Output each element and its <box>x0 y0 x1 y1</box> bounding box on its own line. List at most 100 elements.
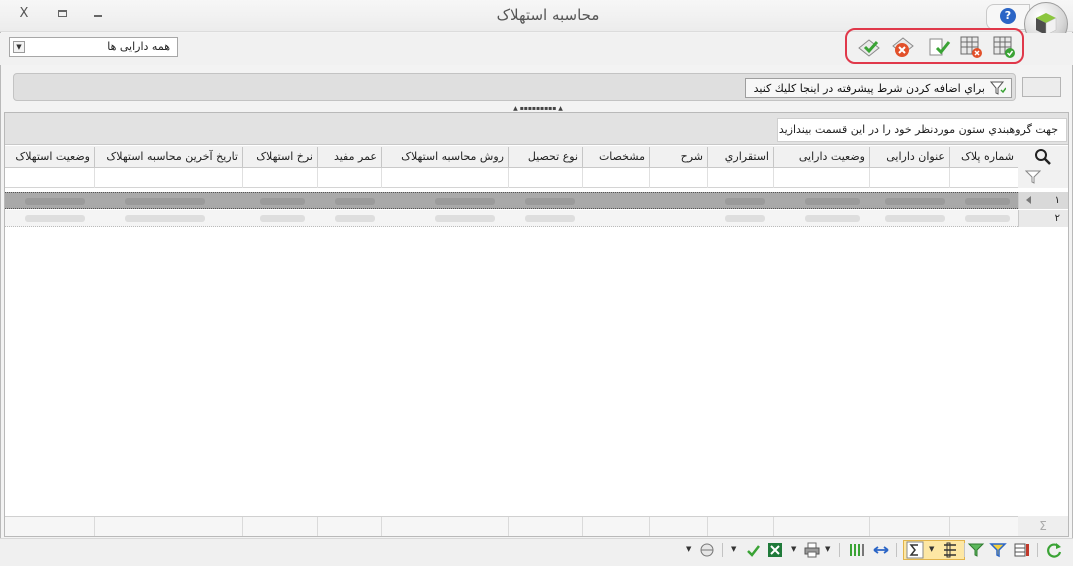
advanced-filter-label: براي اضافه كردن شرط پيشرفته در اينجا كلي… <box>753 82 985 95</box>
toolbar-separator <box>1037 543 1038 557</box>
row-indicator[interactable]: ۲ <box>1018 210 1068 227</box>
column-header-specifications[interactable]: مشخصات <box>582 147 649 167</box>
table-row[interactable] <box>5 192 1018 209</box>
summary-cell[interactable] <box>773 517 869 536</box>
summary-cell[interactable] <box>317 517 381 536</box>
filter-cell[interactable] <box>94 168 242 188</box>
column-header-acquisition-type[interactable]: نوع تحصیل <box>508 147 582 167</box>
blurred-cell <box>525 215 575 222</box>
filter-cell[interactable] <box>317 168 381 188</box>
summary-cell[interactable] <box>649 517 707 536</box>
filter-row-cell[interactable] <box>1018 168 1068 188</box>
remove-selection-icon[interactable] <box>958 34 984 60</box>
refresh-icon[interactable] <box>1045 541 1063 559</box>
column-header-depreciation-status[interactable]: وضعیت استهلاک <box>5 147 94 167</box>
sum-icon: Σ <box>1018 516 1068 536</box>
print-icon[interactable] <box>803 541 821 559</box>
summary-cell[interactable] <box>508 517 582 536</box>
filter-cell[interactable] <box>707 168 773 188</box>
blurred-cell <box>435 198 495 205</box>
confirm-calc-icon[interactable] <box>856 34 882 60</box>
document-edit-icon[interactable] <box>925 34 951 60</box>
column-header-useful-life[interactable]: عمر مفید <box>317 147 381 167</box>
blurred-cell <box>965 198 1010 205</box>
column-header-description[interactable]: شرح <box>649 147 707 167</box>
fit-columns-icon[interactable] <box>872 541 890 559</box>
filter-green-icon[interactable] <box>967 541 985 559</box>
filter-blue-icon[interactable] <box>989 541 1007 559</box>
splitter-grip-icon[interactable]: ▲ ▪▪▪▪▪▪▪▪▪ ▲ <box>508 106 568 112</box>
blurred-cell <box>965 215 1010 222</box>
chevron-down-icon[interactable]: ▼ <box>686 545 691 553</box>
window-title: محاسبه استهلاک <box>496 6 600 24</box>
excel-icon[interactable] <box>766 541 784 559</box>
advanced-filter-button[interactable]: براي اضافه كردن شرط پيشرفته در اينجا كلي… <box>745 78 1012 98</box>
approve-icon[interactable] <box>991 34 1017 60</box>
toolbar-separator <box>839 543 840 557</box>
blurred-cell <box>525 198 575 205</box>
summary-cell[interactable] <box>582 517 649 536</box>
column-header-location[interactable]: استقراري <box>707 147 773 167</box>
summary-cell[interactable] <box>5 517 94 536</box>
column-chooser-icon[interactable] <box>1013 541 1031 559</box>
column-header-depreciation-method[interactable]: روش محاسبه استهلاک <box>381 147 508 167</box>
summary-cell[interactable] <box>949 517 1018 536</box>
summary-cell[interactable] <box>381 517 508 536</box>
column-header-last-calc-date[interactable]: تاریخ آخرین محاسبه استهلاک <box>94 147 242 167</box>
column-header-asset-title[interactable]: عنوان دارایی <box>869 147 949 167</box>
globe-icon[interactable] <box>698 541 716 559</box>
chevron-down-icon[interactable]: ▼ <box>13 41 25 53</box>
search-icon[interactable] <box>1034 148 1052 166</box>
blurred-cell <box>260 198 305 205</box>
toolbar-separator <box>722 543 723 557</box>
column-header-asset-status[interactable]: وضعیت دارایی <box>773 147 869 167</box>
cancel-calc-icon[interactable] <box>890 34 916 60</box>
chevron-down-icon[interactable]: ▼ <box>731 545 736 553</box>
summary-cell[interactable] <box>707 517 773 536</box>
blurred-cell <box>125 215 205 222</box>
column-header-plate-number[interactable]: شماره پلاک <box>949 147 1018 167</box>
filter-cell[interactable] <box>508 168 582 188</box>
blurred-cell <box>25 198 85 205</box>
toolbar-separator <box>964 543 965 557</box>
group-by-hint: جهت گروهبندي ستون موردنظر خود را در اين … <box>777 118 1067 142</box>
blurred-cell <box>435 215 495 222</box>
asset-filter-select[interactable]: همه دارایی ها ▼ <box>9 37 178 57</box>
filter-cell[interactable] <box>5 168 94 188</box>
filter-cell[interactable] <box>381 168 508 188</box>
filter-icon <box>1025 170 1041 184</box>
group-rows-icon[interactable] <box>941 541 959 559</box>
filter-cell[interactable] <box>773 168 869 188</box>
summary-cell[interactable] <box>94 517 242 536</box>
close-button[interactable]: X <box>13 5 35 23</box>
blurred-cell <box>335 215 375 222</box>
filter-cell[interactable] <box>649 168 707 188</box>
export-icon[interactable] <box>744 541 762 559</box>
blurred-cell <box>125 198 205 205</box>
filter-cell[interactable] <box>582 168 649 188</box>
chevron-down-icon[interactable]: ▼ <box>929 545 934 553</box>
chevron-down-icon[interactable]: ▼ <box>825 545 830 553</box>
filter-cell[interactable] <box>949 168 1018 188</box>
maximize-button[interactable] <box>51 5 73 23</box>
filter-add-icon <box>990 81 1006 95</box>
column-header-depreciation-rate[interactable]: نرخ استهلاک <box>242 147 317 167</box>
summary-cell[interactable] <box>242 517 317 536</box>
blurred-cell <box>725 198 765 205</box>
blurred-cell <box>885 198 945 205</box>
blurred-cell <box>260 215 305 222</box>
minimize-icon <box>94 15 102 17</box>
blurred-cell <box>25 215 85 222</box>
sum-toggle-icon[interactable] <box>906 541 924 559</box>
blurred-cell <box>725 215 765 222</box>
summary-cell[interactable] <box>869 517 949 536</box>
filter-cell[interactable] <box>869 168 949 188</box>
chevron-down-icon[interactable]: ▼ <box>791 545 796 553</box>
table-row[interactable] <box>5 210 1018 227</box>
blurred-cell <box>805 198 860 205</box>
filter-cell[interactable] <box>242 168 317 188</box>
minimize-button[interactable] <box>87 5 109 23</box>
filter-options-box[interactable] <box>1022 77 1061 97</box>
columns-icon[interactable] <box>848 541 866 559</box>
help-icon[interactable]: ? <box>1000 8 1016 24</box>
